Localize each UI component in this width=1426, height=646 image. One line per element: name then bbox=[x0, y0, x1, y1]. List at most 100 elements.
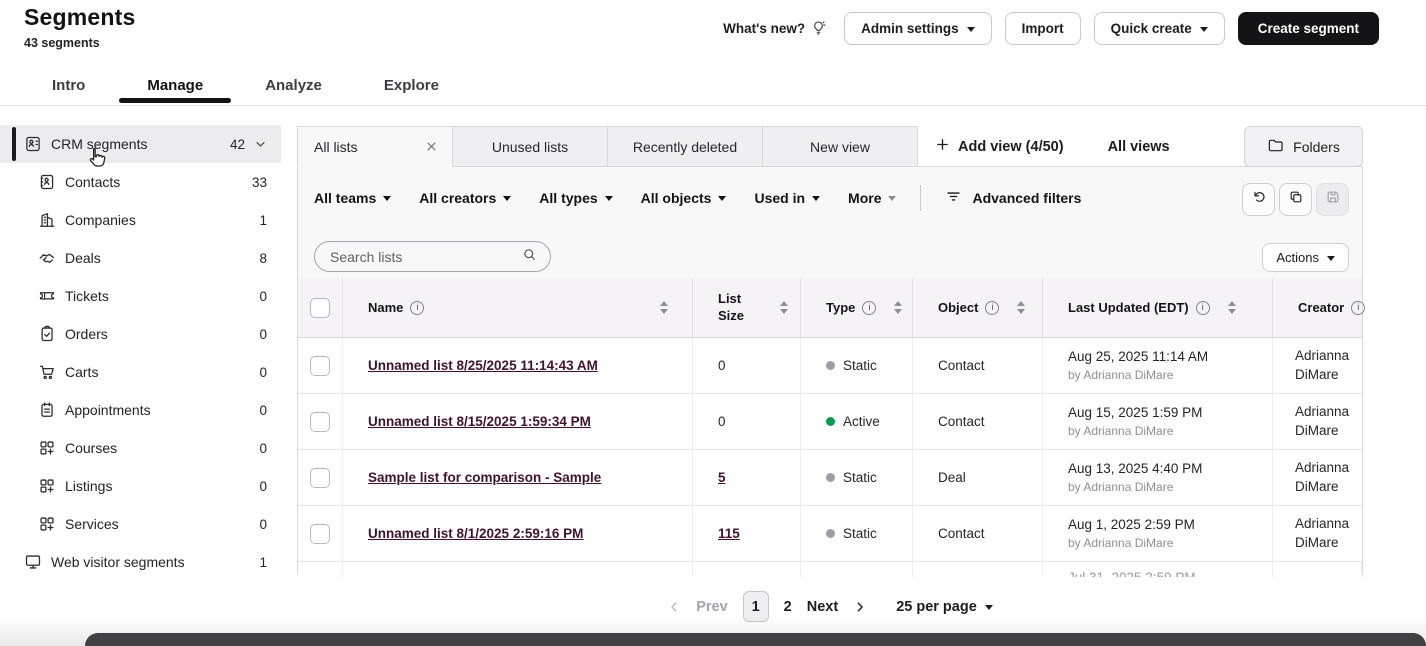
filter-all-creators-dropdown[interactable]: All creators bbox=[419, 190, 511, 206]
filter-all-teams-dropdown[interactable]: All teams bbox=[314, 190, 391, 206]
column-header-creator[interactable]: Creatori bbox=[1273, 278, 1365, 337]
updated-wrap: Aug 1, 2025 2:59 PMby Adrianna DiMare bbox=[1068, 515, 1195, 552]
view-tab-all-lists[interactable]: All lists bbox=[297, 126, 453, 167]
actions-button[interactable]: Actions bbox=[1262, 243, 1349, 272]
filter-label: More bbox=[848, 190, 881, 206]
column-label: List Size bbox=[718, 291, 762, 325]
select-all-checkbox[interactable] bbox=[310, 298, 330, 318]
page-1-button[interactable]: 1 bbox=[743, 591, 769, 622]
sidebar-item-contacts[interactable]: Contacts33 bbox=[0, 163, 281, 201]
chevron-down-icon bbox=[985, 605, 993, 610]
search-box bbox=[314, 241, 551, 272]
sort-icon[interactable] bbox=[1228, 301, 1236, 314]
prev-chevron-icon[interactable] bbox=[667, 600, 681, 614]
last-updated-cell: Aug 15, 2025 1:59 PMby Adrianna DiMare bbox=[1043, 394, 1273, 449]
row-checkbox[interactable] bbox=[310, 356, 330, 376]
row-select-cell bbox=[298, 506, 343, 561]
all-views-button[interactable]: All views bbox=[1108, 126, 1170, 167]
filter-all-types-dropdown[interactable]: All types bbox=[539, 190, 612, 206]
filter-label: All types bbox=[539, 190, 597, 206]
sidebar-item-appointments[interactable]: Appointments0 bbox=[0, 391, 281, 429]
add-view-button[interactable]: Add view (4/50) bbox=[935, 126, 1064, 167]
sidebar-item-carts[interactable]: Carts0 bbox=[0, 353, 281, 391]
object-cell: Deal bbox=[913, 450, 1043, 505]
tab-manage[interactable]: Manage bbox=[147, 77, 203, 94]
list-name-link[interactable]: Sample list for comparison - Sample bbox=[368, 470, 601, 485]
view-tab-recently-deleted[interactable]: Recently deleted bbox=[607, 126, 763, 167]
sidebar-item-count: 1 bbox=[259, 555, 267, 570]
column-header-object[interactable]: Objecti bbox=[913, 278, 1043, 337]
sort-icon[interactable] bbox=[894, 301, 902, 314]
sidebar-item-deals[interactable]: Deals8 bbox=[0, 239, 281, 277]
sidebar-item-companies[interactable]: Companies1 bbox=[0, 201, 281, 239]
sidebar-item-services[interactable]: Services0 bbox=[0, 505, 281, 543]
page-2-button[interactable]: 2 bbox=[784, 599, 792, 615]
sidebar-item-label: Courses bbox=[65, 440, 259, 456]
sidebar: CRM segments42Contacts33Companies1Deals8… bbox=[0, 125, 281, 581]
filter-label: All creators bbox=[419, 190, 496, 206]
sidebar-item-tickets[interactable]: Tickets0 bbox=[0, 277, 281, 315]
sort-icon[interactable] bbox=[1017, 301, 1025, 314]
sidebar-item-courses[interactable]: Courses0 bbox=[0, 429, 281, 467]
filter-row: All teams All creators All types All object… bbox=[314, 185, 1081, 211]
chevron-down-icon[interactable] bbox=[254, 138, 267, 151]
folders-button[interactable]: Folders bbox=[1244, 126, 1363, 167]
view-tab-unused-lists[interactable]: Unused lists bbox=[452, 126, 608, 167]
list-name-link[interactable]: Unnamed list 8/1/2025 2:59:16 PM bbox=[368, 526, 583, 541]
sort-icon[interactable] bbox=[780, 301, 788, 314]
advanced-filters-button[interactable]: Advanced filters bbox=[945, 188, 1081, 208]
table-row: Unnamed list 8/1/2025 2:59:16 PM115Stati… bbox=[298, 506, 1362, 562]
list-size-value[interactable]: 115 bbox=[718, 526, 740, 541]
row-checkbox[interactable] bbox=[310, 412, 330, 432]
sidebar-item-crm-segments[interactable]: CRM segments42 bbox=[0, 125, 281, 163]
per-page-label: 25 per page bbox=[896, 599, 977, 615]
sidebar-item-count: 0 bbox=[259, 365, 267, 380]
tab-analyze[interactable]: Analyze bbox=[265, 77, 322, 94]
divider bbox=[920, 185, 921, 211]
view-tab-new-view[interactable]: New view bbox=[762, 126, 918, 167]
admin-settings-button[interactable]: Admin settings bbox=[844, 12, 992, 45]
appointments-icon bbox=[38, 401, 56, 419]
sidebar-item-count: 1 bbox=[259, 213, 267, 228]
sidebar-item-count: 0 bbox=[259, 517, 267, 532]
create-segment-button[interactable]: Create segment bbox=[1238, 12, 1379, 45]
folder-icon bbox=[1267, 137, 1284, 157]
sort-icon[interactable] bbox=[660, 301, 668, 314]
filter-more-dropdown[interactable]: More bbox=[848, 190, 896, 206]
save-view-button[interactable] bbox=[1316, 183, 1349, 216]
row-checkbox[interactable] bbox=[310, 524, 330, 544]
updated-wrap: Aug 15, 2025 1:59 PMby Adrianna DiMare bbox=[1068, 403, 1202, 440]
prev-button[interactable]: Prev bbox=[696, 599, 727, 615]
column-header-list-size[interactable]: List Size bbox=[693, 278, 801, 337]
filter-all-objects-dropdown[interactable]: All objects bbox=[641, 190, 727, 206]
add-view-label: Add view (4/50) bbox=[958, 139, 1064, 155]
sidebar-item-listings[interactable]: Listings0 bbox=[0, 467, 281, 505]
clone-button[interactable] bbox=[1279, 183, 1312, 216]
search-input[interactable] bbox=[330, 249, 522, 265]
tab-intro[interactable]: Intro bbox=[52, 77, 85, 94]
sidebar-item-web-visitor-segments[interactable]: Web visitor segments1 bbox=[0, 543, 281, 581]
updated-date: Aug 1, 2025 2:59 PM bbox=[1068, 515, 1195, 535]
list-size-value[interactable]: 5 bbox=[718, 470, 726, 485]
close-icon[interactable] bbox=[425, 140, 438, 153]
sidebar-item-label: Listings bbox=[65, 478, 259, 494]
next-chevron-icon[interactable] bbox=[853, 600, 867, 614]
whats-new-link[interactable]: What's new? bbox=[723, 20, 827, 37]
column-header-type[interactable]: Typei bbox=[801, 278, 913, 337]
column-header-last-updated-edt[interactable]: Last Updated (EDT)i bbox=[1043, 278, 1273, 337]
sidebar-item-count: 42 bbox=[230, 137, 245, 152]
sidebar-item-orders[interactable]: Orders0 bbox=[0, 315, 281, 353]
column-header-name[interactable]: Namei bbox=[343, 278, 693, 337]
per-page-select[interactable]: 25 per page bbox=[896, 599, 993, 615]
quick-create-button[interactable]: Quick create bbox=[1094, 12, 1225, 45]
table-row-partial: Jul 31, 2025 2:59 PM bbox=[298, 562, 1362, 577]
list-name-link[interactable]: Unnamed list 8/15/2025 1:59:34 PM bbox=[368, 414, 591, 429]
filter-used-in-dropdown[interactable]: Used in bbox=[754, 190, 820, 206]
list-name-link[interactable]: Unnamed list 8/25/2025 11:14:43 AM bbox=[368, 358, 598, 373]
tab-explore[interactable]: Explore bbox=[384, 77, 439, 94]
whats-new-label: What's new? bbox=[723, 21, 805, 36]
undo-button[interactable] bbox=[1242, 183, 1275, 216]
row-checkbox[interactable] bbox=[310, 468, 330, 488]
next-button[interactable]: Next bbox=[807, 599, 838, 615]
import-button[interactable]: Import bbox=[1005, 12, 1081, 45]
